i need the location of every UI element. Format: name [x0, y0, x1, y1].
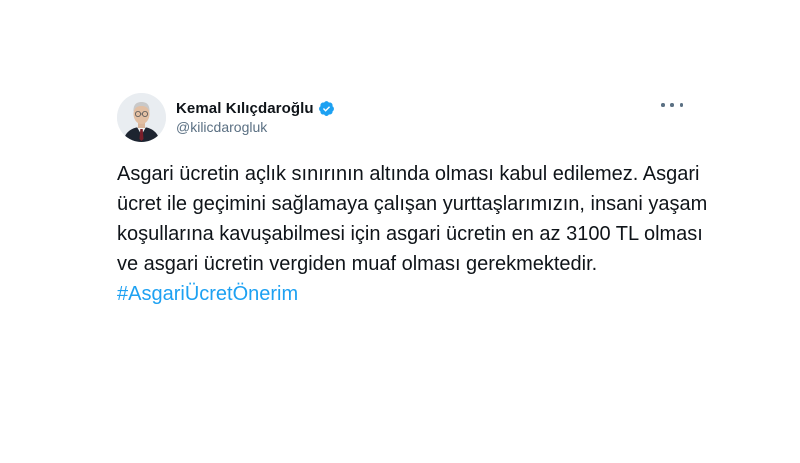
tweet-header: Kemal Kılıçdaroğlu @kilicdarogluk — [117, 93, 697, 145]
more-horizontal-icon[interactable] — [661, 99, 683, 111]
author-handle[interactable]: @kilicdarogluk — [176, 119, 335, 135]
author-info: Kemal Kılıçdaroğlu @kilicdarogluk — [176, 100, 335, 135]
avatar[interactable] — [117, 93, 166, 142]
tweet-text: Asgari ücretin açlık sınırının altında o… — [117, 163, 708, 275]
name-row: Kemal Kılıçdaroğlu — [176, 100, 335, 117]
hashtag-link[interactable]: #AsgariÜcretÖnerim — [117, 279, 717, 309]
author-display-name[interactable]: Kemal Kılıçdaroğlu — [176, 100, 314, 117]
verified-badge-icon — [318, 100, 335, 117]
tweet-body: Asgari ücretin açlık sınırının altında o… — [117, 159, 717, 309]
avatar-image — [117, 93, 166, 142]
tweet-card: Kemal Kılıçdaroğlu @kilicdarogluk Asgari… — [117, 93, 707, 309]
